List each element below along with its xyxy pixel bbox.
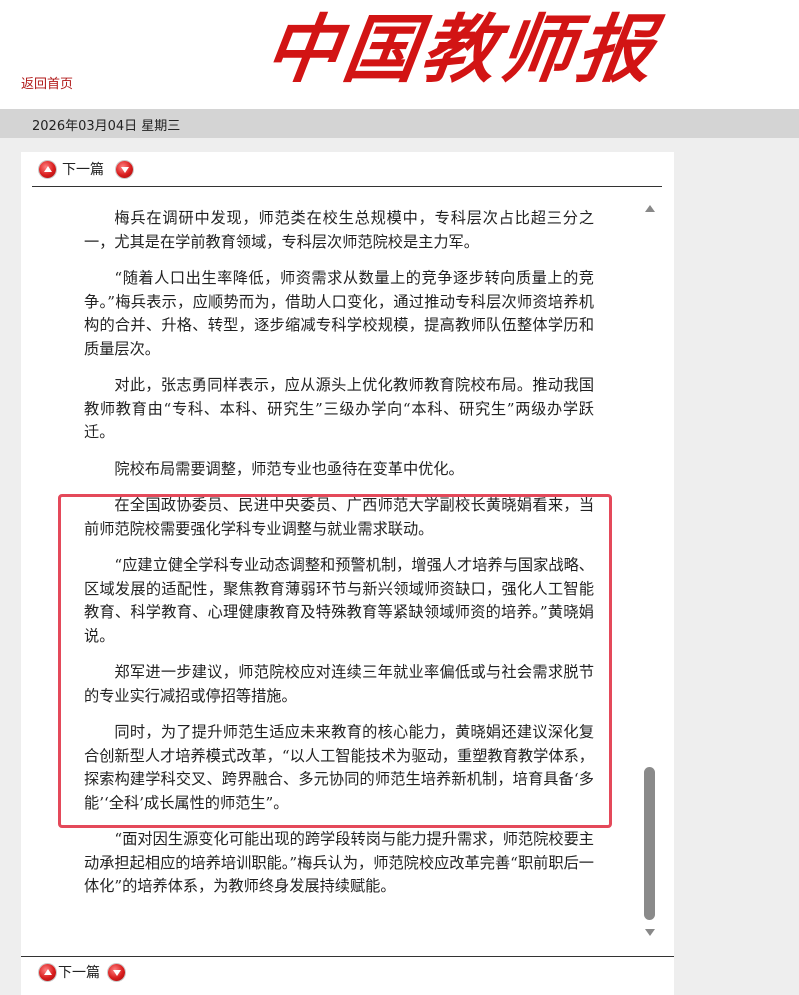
next-article-link-bottom[interactable]: 下一篇 — [58, 962, 100, 982]
site-header: 返回首页 中国教师报 — [0, 0, 799, 108]
article-paragraph: 院校布局需要调整，师范专业也亟待在变革中优化。 — [114, 459, 464, 478]
article-paragraph: 对此，张志勇同样表示，应从源头上优化教师教育院校布局。推动我国教师教育由“专科、… — [84, 376, 594, 441]
article-paragraph: 同时，为了提升师范生适应未来教育的核心能力，黄晓娟还建议深化复合创新型人才培养模… — [84, 723, 594, 812]
top-article-nav: 下一篇 — [39, 156, 133, 182]
scroll-up-arrow-icon[interactable] — [645, 205, 655, 212]
red-down-arrow-icon[interactable] — [116, 160, 133, 178]
back-home-link[interactable]: 返回首页 — [21, 73, 73, 92]
scroll-down-arrow-icon[interactable] — [645, 929, 655, 936]
article-paragraph: “面对因生源变化可能出现的跨学段转岗与能力提升需求，师范院校要主动承担起相应的培… — [84, 830, 594, 895]
article-paragraph: “应建立健全学科专业动态调整和预警机制，增强人才培养与国家战略、区域发展的适配性… — [84, 556, 594, 645]
bottom-article-nav: 下一篇 — [39, 959, 125, 985]
article-paragraph: 梅兵在调研中发现，师范类在校生总规模中，专科层次占比超三分之一，尤其是在学前教育… — [84, 209, 594, 251]
scrollbar-thumb[interactable] — [644, 767, 655, 920]
article-paragraph: 在全国政协委员、民进中央委员、广西师范大学副校长黄晓娟看来，当前师范院校需要强化… — [84, 496, 594, 538]
top-divider — [32, 186, 662, 187]
article-panel: 下一篇 梅兵在调研中发现，师范类在校生总规模中，专科层次占比超三分之一，尤其是在… — [21, 152, 674, 995]
red-up-arrow-icon[interactable] — [39, 160, 56, 178]
next-article-link-top[interactable]: 下一篇 — [62, 159, 104, 179]
date-bar: 2026年03月04日 星期三 — [0, 109, 799, 138]
article-paragraph: “随着人口出生率降低，师资需求从数量上的竞争逐步转向质量上的竞争。”梅兵表示，应… — [84, 269, 594, 358]
article-paragraph: 郑军进一步建议，师范院校应对连续三年就业率偏低或与社会需求脱节的专业实行减招或停… — [84, 663, 594, 705]
current-date: 2026年03月04日 星期三 — [32, 119, 181, 134]
newspaper-logo: 中国教师报 — [259, 7, 663, 93]
red-down-arrow-icon[interactable] — [108, 963, 125, 981]
bottom-divider — [21, 956, 674, 957]
red-up-arrow-icon[interactable] — [39, 963, 56, 981]
article-body: 梅兵在调研中发现，师范类在校生总规模中，专科层次占比超三分之一，尤其是在学前教育… — [84, 207, 594, 912]
